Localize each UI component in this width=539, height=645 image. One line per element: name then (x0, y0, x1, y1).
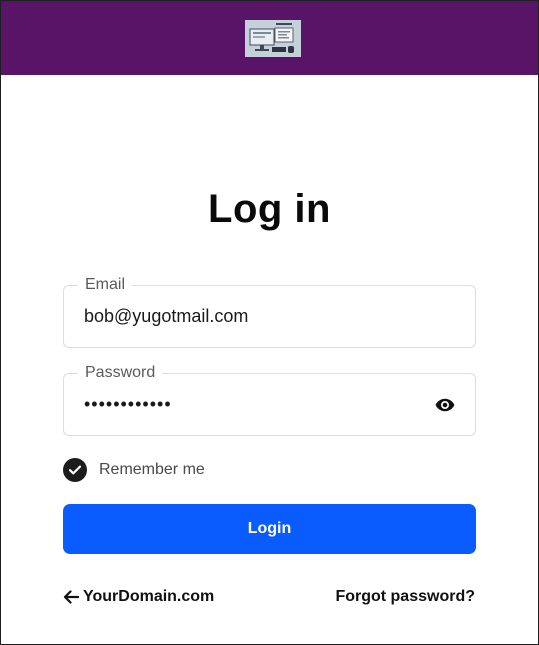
arrow-left-icon (63, 590, 79, 604)
logo-icon (244, 19, 301, 57)
back-link-label: YourDomain.com (83, 588, 215, 605)
page-title: Log in (208, 187, 331, 231)
remember-me-label: Remember me (99, 461, 205, 478)
login-window: Log in Email Password Remember me Login … (0, 0, 539, 645)
header-bar (1, 1, 538, 75)
eye-icon[interactable] (433, 393, 457, 417)
email-input[interactable] (84, 286, 424, 347)
remember-me-checkbox[interactable] (63, 458, 87, 482)
remember-me: Remember me (63, 458, 205, 482)
password-field[interactable]: Password (63, 364, 476, 436)
checkmark-icon (69, 465, 81, 475)
login-button[interactable]: Login (63, 504, 476, 554)
back-link[interactable]: YourDomain.com (63, 588, 214, 606)
forgot-password-link[interactable]: Forgot password? (335, 588, 475, 606)
password-input[interactable] (84, 374, 424, 435)
email-field[interactable]: Email (63, 276, 476, 348)
